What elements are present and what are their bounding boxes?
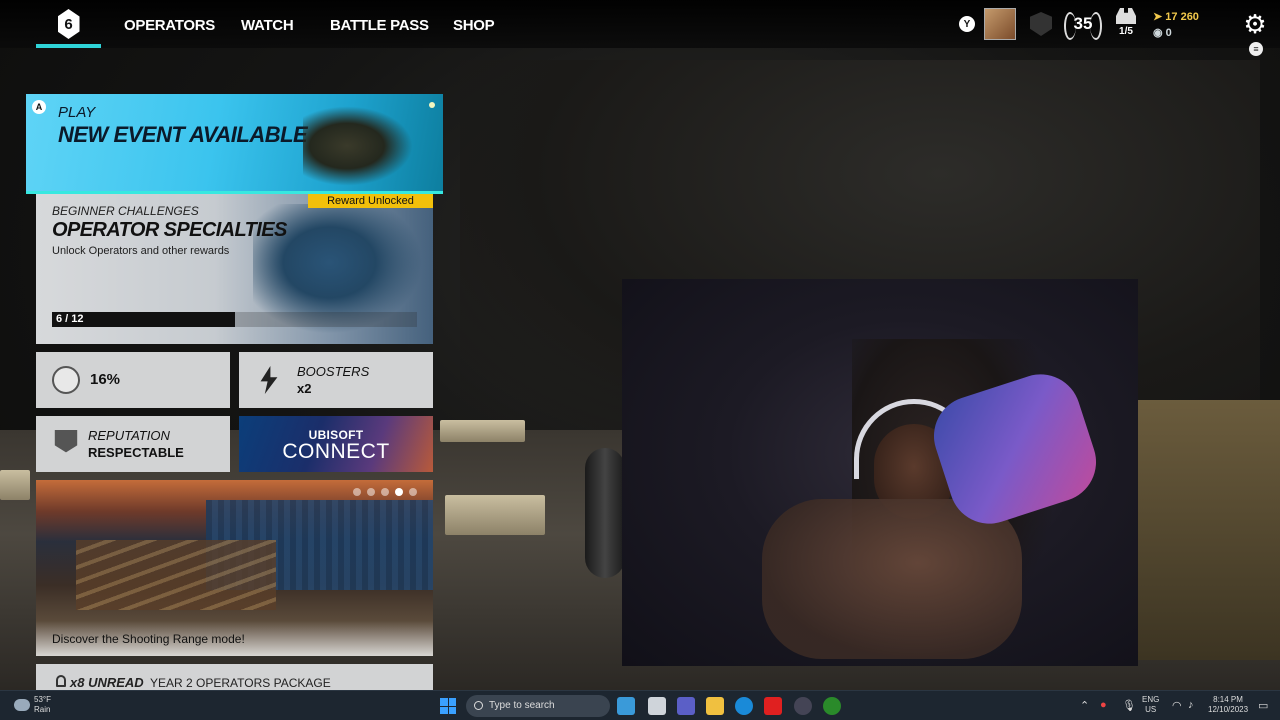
language-code: ENG	[1142, 695, 1160, 704]
menu-button-prompt-icon[interactable]: ≡	[1249, 42, 1263, 56]
task-view-icon[interactable]	[648, 697, 666, 715]
language-indicator[interactable]: ENG US	[1142, 695, 1159, 715]
rank-shield-icon	[1030, 12, 1052, 36]
cash-stack	[445, 495, 545, 535]
region-code: US	[1145, 705, 1157, 714]
range-artwork	[76, 540, 276, 610]
squad-icon	[1116, 8, 1136, 24]
windows-taskbar: 53°F Rain Type to search ⌃ ● 🎙 ENG US ◠ …	[0, 690, 1280, 720]
new-indicator-dot	[429, 102, 435, 108]
cash-stack	[440, 420, 525, 442]
reputation-shield-icon	[54, 430, 78, 453]
play-title: NEW EVENT AVAILABLE	[58, 122, 308, 147]
reputation-label: REPUTATION	[88, 428, 170, 443]
boosters-label: BOOSTERS	[297, 364, 370, 379]
squad-indicator[interactable]: 1/5	[1113, 8, 1139, 37]
carousel-dot[interactable]	[381, 488, 389, 496]
challenge-description: Unlock Operators and other rewards	[52, 245, 230, 257]
y-button-prompt-icon: Y	[959, 16, 975, 32]
a-button-prompt-icon: A	[32, 100, 46, 114]
active-tab-indicator	[36, 44, 101, 48]
carousel-dot-active[interactable]	[395, 488, 403, 496]
carousel-pagination[interactable]	[353, 488, 417, 496]
renown-icon: ➤	[1153, 11, 1166, 23]
connect-logo-text: CONNECT	[282, 440, 390, 463]
completion-percent-tile[interactable]: 16%	[36, 352, 230, 408]
tray-app-icon[interactable]: ●	[1100, 699, 1107, 711]
credits-amount: 0	[1165, 27, 1172, 39]
tray-overflow-chevron-icon[interactable]: ⌃	[1080, 699, 1089, 712]
percent-value: 16%	[90, 371, 121, 388]
cash-stack	[0, 470, 30, 500]
microphone-icon[interactable]: 🎙	[1122, 699, 1136, 712]
wifi-icon[interactable]: ◠	[1172, 699, 1182, 712]
renown-amount: 17 260	[1165, 11, 1199, 23]
reputation-tile[interactable]: REPUTATION RESPECTABLE	[36, 416, 230, 472]
edge-icon[interactable]	[735, 697, 753, 715]
home-logo-button[interactable]: 6	[36, 0, 101, 48]
challenge-progress-bar: 6 / 12	[52, 312, 417, 327]
obs-icon[interactable]	[794, 697, 812, 715]
challenge-title: OPERATOR SPECIALTIES	[52, 219, 287, 241]
range-caption: Discover the Shooting Range mode!	[52, 632, 245, 646]
beginner-challenges-card[interactable]: Reward Unlocked BEGINNER CHALLENGES OPER…	[36, 194, 433, 344]
crest-icon	[52, 366, 80, 394]
nav-operators[interactable]: OPERATORS	[124, 17, 215, 34]
bell-icon	[56, 675, 66, 687]
settings-gear-icon[interactable]: ⚙	[1240, 9, 1270, 39]
background-object	[585, 448, 625, 578]
windows-start-icon[interactable]	[440, 698, 456, 714]
boosters-tile[interactable]: BOOSTERS x2	[239, 352, 433, 408]
clock-date: 12/10/2023	[1208, 705, 1249, 714]
unread-news-item[interactable]: x8 UNREAD YEAR 2 OPERATORS PACKAGE	[36, 664, 433, 690]
play-label: PLAY	[58, 104, 96, 121]
currency-display[interactable]: ➤ 17 260 ◉ 0	[1153, 9, 1199, 41]
notification-icon[interactable]: ▭	[1258, 699, 1268, 712]
siege-logo-icon: 6	[57, 9, 80, 39]
weather-condition: Rain	[34, 705, 51, 714]
boosters-count: x2	[297, 381, 312, 396]
weather-widget[interactable]: 53°F Rain	[14, 695, 51, 715]
squad-count: 1/5	[1119, 26, 1133, 37]
webcam-overlay	[622, 279, 1138, 666]
lightning-bolt-icon	[260, 366, 278, 394]
ubisoft-connect-tile[interactable]: UBISOFT CONNECT	[239, 416, 433, 472]
xbox-icon[interactable]	[823, 697, 841, 715]
carousel-dot[interactable]	[367, 488, 375, 496]
operator-artwork	[303, 106, 413, 186]
youtube-icon[interactable]	[764, 697, 782, 715]
reward-unlocked-badge: Reward Unlocked	[308, 194, 433, 208]
credits-icon: ◉	[1153, 27, 1166, 39]
copilot-icon[interactable]	[617, 697, 635, 715]
unread-count: x8 UNREAD	[70, 675, 144, 690]
clock[interactable]: 8:14 PM 12/10/2023	[1208, 695, 1248, 715]
reputation-value: RESPECTABLE	[88, 445, 184, 460]
carousel-dot[interactable]	[353, 488, 361, 496]
news-title: YEAR 2 OPERATORS PACKAGE	[150, 676, 331, 690]
play-event-tile[interactable]: A PLAY NEW EVENT AVAILABLE	[26, 94, 443, 194]
top-nav-bar: 6 OPERATORS WATCH BATTLE PASS SHOP Y 35 …	[0, 0, 1280, 48]
player-avatar[interactable]	[984, 8, 1016, 40]
player-level-badge: 35	[1064, 10, 1102, 40]
challenge-subtitle: BEGINNER CHALLENGES	[52, 204, 199, 218]
file-explorer-icon[interactable]	[706, 697, 724, 715]
rain-cloud-icon	[14, 699, 30, 711]
nav-watch[interactable]: WATCH	[241, 17, 294, 34]
clock-time: 8:14 PM	[1213, 695, 1243, 704]
nav-battle-pass[interactable]: BATTLE PASS	[330, 17, 429, 34]
taskbar-search[interactable]: Type to search	[466, 695, 610, 717]
background-object	[1138, 400, 1280, 660]
weather-temp: 53°F	[34, 695, 51, 704]
carousel-dot[interactable]	[409, 488, 417, 496]
challenge-progress-text: 6 / 12	[56, 313, 84, 325]
volume-icon[interactable]: ♪	[1188, 699, 1194, 711]
shooting-range-carousel[interactable]: Discover the Shooting Range mode!	[36, 480, 433, 656]
nav-shop[interactable]: SHOP	[453, 17, 495, 34]
teams-icon[interactable]	[677, 697, 695, 715]
